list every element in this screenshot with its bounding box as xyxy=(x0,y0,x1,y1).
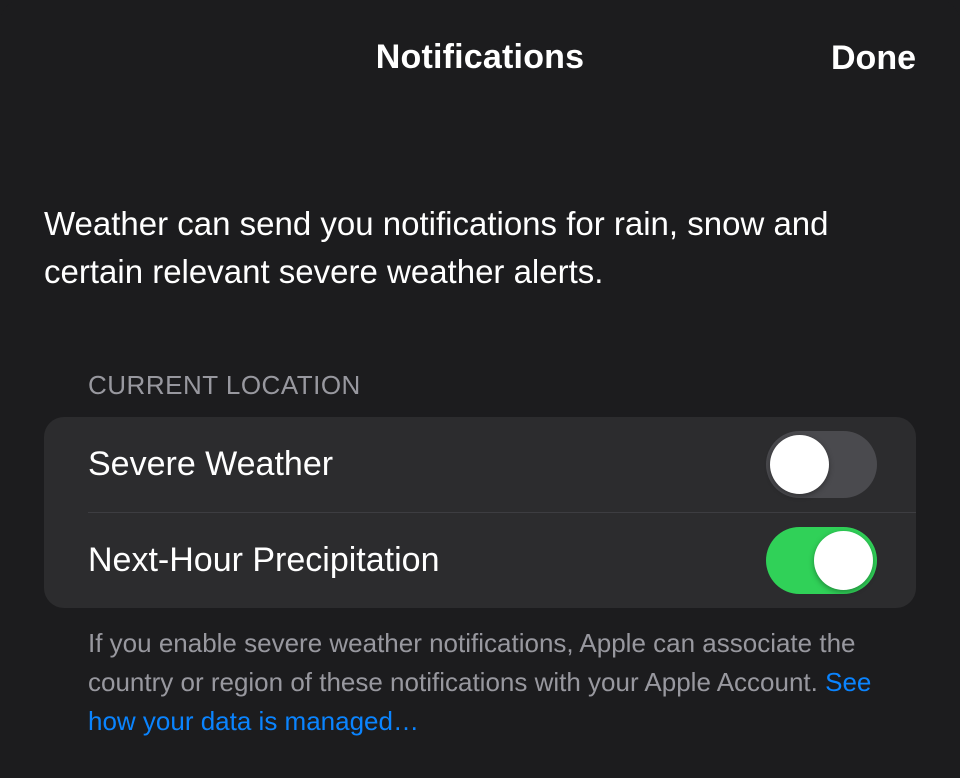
row-next-hour-precipitation: Next-Hour Precipitation xyxy=(44,513,916,608)
toggle-knob xyxy=(770,435,829,494)
row-label-next-hour-precipitation: Next-Hour Precipitation xyxy=(88,541,440,579)
done-button[interactable]: Done xyxy=(831,38,916,79)
next-hour-precipitation-toggle[interactable] xyxy=(766,527,877,594)
notifications-sheet: Notifications Done Weather can send you … xyxy=(0,0,960,778)
severe-weather-toggle[interactable] xyxy=(766,431,877,498)
intro-description: Weather can send you notifications for r… xyxy=(44,205,829,290)
settings-group: Severe Weather Next-Hour Precipitation xyxy=(44,417,916,608)
footer-note: If you enable severe weather notificatio… xyxy=(88,624,888,741)
row-label-severe-weather: Severe Weather xyxy=(88,445,334,483)
footer-text: If you enable severe weather notificatio… xyxy=(88,628,856,697)
row-severe-weather: Severe Weather xyxy=(44,417,916,512)
toggle-knob xyxy=(814,531,873,590)
page-title: Notifications xyxy=(375,38,585,76)
section-header-current-location: CURRENT LOCATION xyxy=(88,370,361,400)
